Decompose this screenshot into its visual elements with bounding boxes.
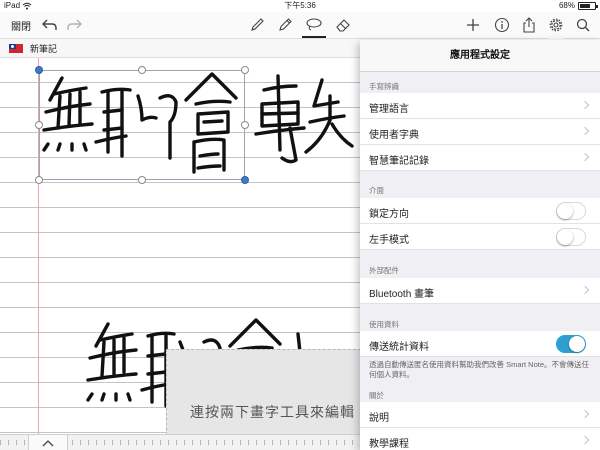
- section-header-interface: 介面: [369, 186, 384, 195]
- lasso-icon[interactable]: [303, 12, 325, 38]
- eraser-icon[interactable]: [332, 12, 354, 38]
- selection-handle-bottom[interactable]: [138, 176, 146, 184]
- search-icon[interactable]: [572, 12, 594, 38]
- chevron-up-icon: [42, 439, 54, 446]
- row-smart-note-log[interactable]: 智慧筆記記錄: [360, 145, 600, 171]
- section-header-about: 關於: [369, 391, 384, 400]
- pencil-icon[interactable]: [274, 12, 296, 38]
- taiwan-flag-icon[interactable]: [9, 44, 23, 53]
- row-label: 說明: [369, 413, 389, 424]
- undo-icon[interactable]: [38, 12, 60, 38]
- row-label: 管理語言: [369, 104, 409, 115]
- row-label: Bluetooth 畫筆: [369, 289, 435, 300]
- battery-icon: [578, 2, 598, 10]
- clock: 下午5:36: [284, 1, 316, 10]
- close-button[interactable]: 關閉: [8, 12, 34, 38]
- selection-handle-top[interactable]: [138, 66, 146, 74]
- selection-box[interactable]: [39, 70, 245, 180]
- row-lock-orientation: 鎖定方向: [360, 198, 600, 224]
- selection-handle-top-right[interactable]: [241, 66, 249, 74]
- row-label: 傳送統計資料: [369, 342, 429, 353]
- expand-panel-button[interactable]: [28, 434, 68, 450]
- pen-icon[interactable]: [246, 12, 268, 38]
- row-label: 鎖定方向: [369, 209, 409, 220]
- chevron-right-icon: [580, 409, 590, 419]
- redo-icon[interactable]: [64, 12, 86, 38]
- note-title[interactable]: 新筆記: [30, 42, 57, 55]
- battery-percent: 68%: [558, 1, 575, 10]
- wifi-icon: [22, 2, 32, 10]
- selection-handle-right[interactable]: [241, 121, 249, 129]
- row-label: 使用者字典: [369, 130, 419, 141]
- chevron-right-icon: [580, 126, 590, 136]
- selection-handle-bottom-right[interactable]: [241, 176, 249, 184]
- edit-hint: 連按兩下畫字工具來編輯: [190, 404, 355, 420]
- section-header-usage-data: 使用資料: [369, 320, 399, 329]
- row-label: 左手模式: [369, 235, 409, 246]
- row-label: 智慧筆記記錄: [369, 156, 429, 167]
- section-header-handwriting: 手寫辨識: [369, 82, 399, 91]
- row-tutorial[interactable]: 教學課程: [360, 428, 600, 450]
- row-help[interactable]: 說明: [360, 402, 600, 428]
- plus-icon[interactable]: [462, 12, 484, 38]
- chevron-right-icon: [580, 285, 590, 295]
- selection-handle-left[interactable]: [35, 121, 43, 129]
- share-icon[interactable]: [518, 12, 540, 38]
- chevron-right-icon: [580, 152, 590, 162]
- selection-handle-bottom-left[interactable]: [35, 176, 43, 184]
- usage-footnote: 透過自動傳送匿名使用資料幫助我們改善 Smart Note。不會傳送任何個人資料…: [369, 360, 590, 379]
- row-send-statistics: 傳送統計資料: [360, 331, 600, 357]
- section-header-accessories: 外部配件: [369, 266, 399, 275]
- chevron-right-icon: [580, 435, 590, 445]
- selection-handle-top-left[interactable]: [35, 66, 43, 74]
- left-hand-mode-toggle[interactable]: [556, 228, 586, 246]
- lock-orientation-toggle[interactable]: [556, 202, 586, 220]
- chevron-right-icon: [580, 100, 590, 110]
- row-left-hand-mode: 左手模式: [360, 224, 600, 250]
- info-icon[interactable]: [491, 12, 513, 38]
- row-bluetooth-stylus[interactable]: Bluetooth 畫筆: [360, 278, 600, 304]
- send-statistics-toggle[interactable]: [556, 335, 586, 353]
- row-user-dictionary[interactable]: 使用者字典: [360, 119, 600, 145]
- settings-popover: 應用程式設定 手寫辨識 管理語言 使用者字典 智慧筆記記錄 介面 鎖定方向 左手…: [360, 40, 600, 450]
- row-manage-languages[interactable]: 管理語言: [360, 93, 600, 119]
- battery-indicator: 68%: [558, 0, 598, 12]
- status-bar: iPad 下午5:36 68%: [0, 0, 600, 12]
- toolbar: 關閉: [0, 12, 600, 38]
- row-label: 教學課程: [369, 439, 409, 450]
- close-label: 關閉: [11, 21, 31, 33]
- settings-title: 應用程式設定: [360, 40, 600, 72]
